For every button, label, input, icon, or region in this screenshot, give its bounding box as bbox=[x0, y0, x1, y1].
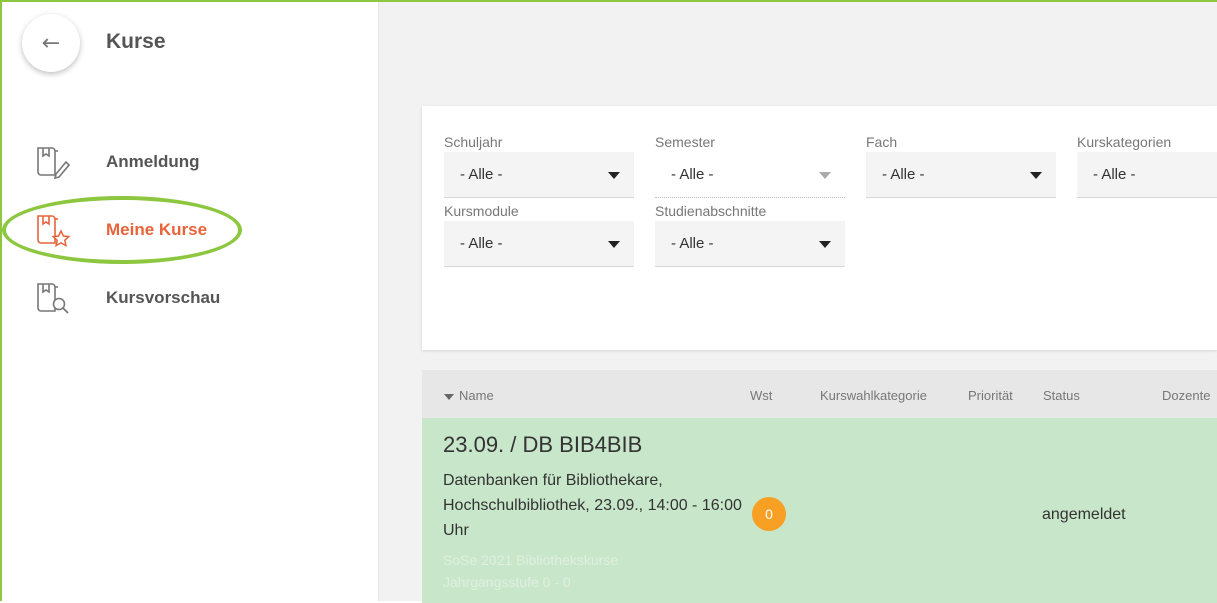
filter-label: Kursmodule bbox=[444, 203, 519, 219]
book-pencil-icon bbox=[37, 147, 71, 180]
filter-kursmodule: Kursmodule - Alle - bbox=[444, 201, 634, 267]
filter-fach: Fach - Alle - bbox=[866, 132, 1056, 198]
filter-schuljahr: Schuljahr - Alle - bbox=[444, 132, 634, 198]
chevron-down-icon bbox=[819, 241, 831, 248]
filter-label: Fach bbox=[866, 134, 898, 150]
column-header-dozente[interactable]: Dozente bbox=[1162, 388, 1210, 403]
course-meta: SoSe 2021 Bibliothekskurse Jahrgangsstuf… bbox=[443, 549, 618, 593]
status-text: angemeldet bbox=[1042, 506, 1126, 523]
semester-select[interactable]: - Alle - bbox=[655, 152, 845, 198]
course-semester: SoSe 2021 Bibliothekskurse bbox=[443, 552, 619, 568]
kurskategorien-select[interactable]: - Alle - bbox=[1077, 152, 1217, 198]
chevron-down-icon bbox=[819, 172, 831, 179]
course-code: 23.09. / DB BIB4BIB bbox=[443, 432, 643, 457]
course-grade-level: Jahrgangsstufe 0 - 0 bbox=[443, 574, 571, 590]
table-row[interactable]: 23.09. / DB BIB4BIB Datenbanken für Bibl… bbox=[422, 418, 1217, 603]
select-value: - Alle - bbox=[1093, 166, 1136, 183]
column-header-status[interactable]: Status bbox=[1043, 388, 1080, 403]
back-button[interactable]: ← bbox=[22, 14, 80, 72]
wst-badge: 0 bbox=[752, 497, 786, 531]
select-value: - Alle - bbox=[882, 166, 925, 183]
course-description: Datenbanken für Bibliothekare, Hochschul… bbox=[443, 472, 742, 539]
column-header-prioritaet[interactable]: Priorität bbox=[968, 388, 1013, 403]
chevron-down-icon bbox=[608, 241, 620, 248]
column-header-kurswahlkategorie[interactable]: Kurswahlkategorie bbox=[820, 388, 927, 403]
filter-panel: Schuljahr - Alle - Semester - Alle - Fac… bbox=[422, 106, 1217, 350]
filter-label: Kurskategorien bbox=[1077, 134, 1172, 150]
select-value: - Alle - bbox=[671, 166, 714, 183]
fach-select[interactable]: - Alle - bbox=[866, 152, 1056, 198]
sidebar: ← Kurse Anmeldung Meine Kurse Kursvorsch… bbox=[2, 2, 379, 601]
sort-desc-icon bbox=[444, 393, 454, 400]
filter-studienabschnitte: Studienabschnitte - Alle - bbox=[655, 201, 845, 267]
column-header-name[interactable]: Name bbox=[444, 388, 494, 403]
main-content: Schuljahr - Alle - Semester - Alle - Fac… bbox=[379, 2, 1217, 603]
highlight-annotation bbox=[2, 196, 242, 264]
filter-semester: Semester - Alle - bbox=[655, 132, 845, 198]
column-header-wst[interactable]: Wst bbox=[750, 388, 772, 403]
studienabschnitte-select[interactable]: - Alle - bbox=[655, 221, 845, 267]
select-value: - Alle - bbox=[460, 166, 503, 183]
filter-kurskategorien: Kurskategorien - Alle - bbox=[1077, 132, 1217, 198]
table-header: Name Wst Kurswahlkategorie Priorität Sta… bbox=[422, 370, 1217, 418]
filter-label: Schuljahr bbox=[444, 134, 503, 150]
chevron-down-icon bbox=[1030, 172, 1042, 179]
chevron-down-icon bbox=[608, 172, 620, 179]
arrow-left-icon: ← bbox=[41, 30, 61, 56]
select-value: - Alle - bbox=[460, 235, 503, 252]
sidebar-item-label: Kursvorschau bbox=[106, 288, 221, 307]
sidebar-item-kursvorschau[interactable]: Kursvorschau bbox=[34, 278, 220, 318]
book-search-icon bbox=[37, 283, 69, 314]
filter-label: Studienabschnitte bbox=[655, 203, 767, 219]
sidebar-item-label: Anmeldung bbox=[106, 152, 200, 171]
sidebar-item-anmeldung[interactable]: Anmeldung bbox=[34, 142, 200, 182]
select-value: - Alle - bbox=[671, 235, 714, 252]
filter-label: Semester bbox=[655, 134, 715, 150]
page-title: Kurse bbox=[106, 30, 166, 53]
schuljahr-select[interactable]: - Alle - bbox=[444, 152, 634, 198]
kursmodule-select[interactable]: - Alle - bbox=[444, 221, 634, 267]
